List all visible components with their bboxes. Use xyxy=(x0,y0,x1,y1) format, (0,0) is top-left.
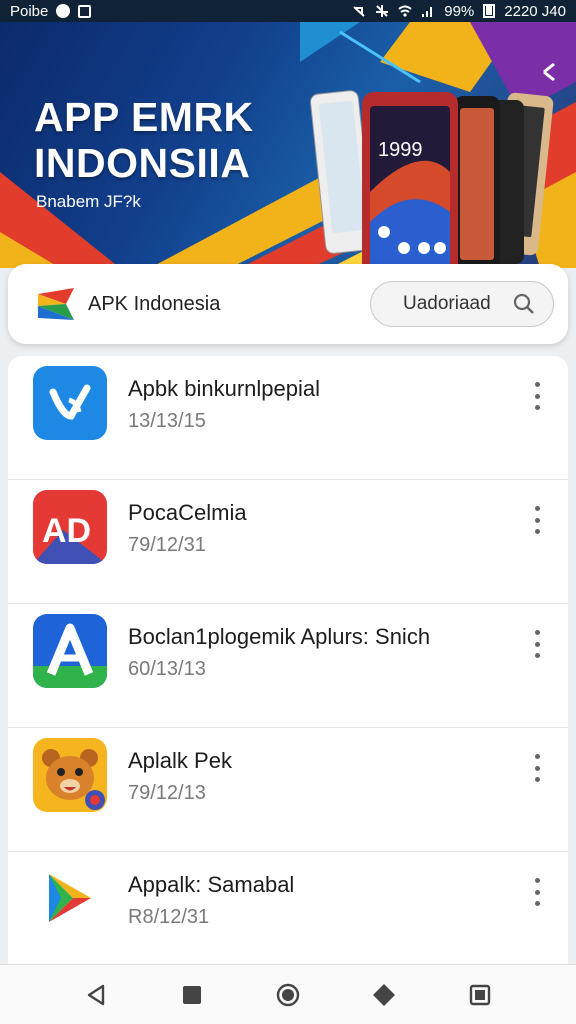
banner-subtitle: Bnabem JF?k xyxy=(36,192,141,211)
phone-illustration: 1999 xyxy=(310,90,554,268)
signal-icon xyxy=(422,7,433,17)
app-date: 79/12/13 xyxy=(128,782,206,804)
square-icon[interactable] xyxy=(178,981,206,1009)
app-name: PocaCelmia xyxy=(128,500,247,525)
red-ad-icon: AD xyxy=(33,490,107,564)
status-bar: Poibe 99% 2220 J40 xyxy=(0,0,576,22)
battery-icon xyxy=(483,4,496,18)
list-item[interactable]: Apbk binkurnlpepial 13/13/15 xyxy=(8,356,568,480)
download-search-button[interactable]: Uadoriaad xyxy=(370,281,554,327)
list-item[interactable]: Boclan1plogemik Aplurs: Snich 60/13/13 xyxy=(8,604,568,728)
app-date: 13/13/15 xyxy=(128,410,206,432)
app-name: Apbk binkurnlpepial xyxy=(128,376,321,401)
bear-icon xyxy=(33,738,107,812)
status-right: 99% 2220 J40 xyxy=(352,3,566,20)
recents-icon[interactable] xyxy=(466,981,494,1009)
more-options-icon[interactable] xyxy=(530,754,544,782)
promo-banner[interactable]: 1999 APP EMRK INDONSIIA Bnabem JF?k xyxy=(0,22,576,268)
list-item[interactable]: Aplalk Pek 79/12/13 xyxy=(8,728,568,852)
more-options-icon[interactable] xyxy=(530,630,544,658)
svg-text:1999: 1999 xyxy=(378,139,423,161)
apk-indonesia-logo-icon xyxy=(38,288,74,320)
more-options-icon[interactable] xyxy=(530,878,544,906)
banner-title: APP EMRK INDONSIIA xyxy=(34,94,254,186)
airplane-off-icon xyxy=(376,5,389,17)
system-nav-bar xyxy=(0,964,576,1024)
clock: 2220 J40 xyxy=(504,2,566,20)
status-left: Poibe xyxy=(10,2,92,20)
app-name: Aplalk Pek xyxy=(128,748,232,773)
diamond-icon[interactable] xyxy=(370,981,398,1009)
banner-title-line2: INDONSIIA xyxy=(34,140,251,186)
home-icon[interactable] xyxy=(274,981,302,1009)
app-date: R8/12/31 xyxy=(128,906,210,928)
battery-percent: 99% xyxy=(444,2,475,20)
sync-icon xyxy=(56,4,71,18)
app-header: APK Indonesia Uadoriaad xyxy=(8,264,568,344)
collapse-arrow-icon[interactable] xyxy=(540,62,560,82)
back-icon[interactable] xyxy=(82,981,110,1009)
app-date: 60/13/13 xyxy=(128,658,206,680)
more-options-icon[interactable] xyxy=(530,382,544,410)
header-title: APK Indonesia xyxy=(88,292,221,315)
banner-title-line1: APP EMRK xyxy=(34,94,254,140)
image-icon xyxy=(78,4,92,18)
more-options-icon[interactable] xyxy=(530,506,544,534)
search-icon xyxy=(513,293,534,314)
app-name: Boclan1plogemik Aplurs: Snich xyxy=(128,624,431,649)
mute-icon xyxy=(353,6,365,17)
app-list: Apbk binkurnlpepial 13/13/15 AD PocaCelm… xyxy=(8,356,568,964)
carrier-label: Poibe xyxy=(10,2,49,20)
download-label: Uadoriaad xyxy=(403,293,491,314)
list-item[interactable]: Appalk: Samabal R8/12/31 xyxy=(8,852,568,964)
green-a-icon xyxy=(33,614,107,688)
wifi-icon xyxy=(398,5,412,17)
app-name: Appalk: Samabal xyxy=(128,872,295,897)
list-item[interactable]: AD PocaCelmia 79/12/31 xyxy=(8,480,568,604)
app-date: 79/12/31 xyxy=(128,534,206,556)
blue-y-icon xyxy=(33,366,107,440)
svg-text:AD: AD xyxy=(42,512,91,550)
play-icon xyxy=(33,862,107,936)
